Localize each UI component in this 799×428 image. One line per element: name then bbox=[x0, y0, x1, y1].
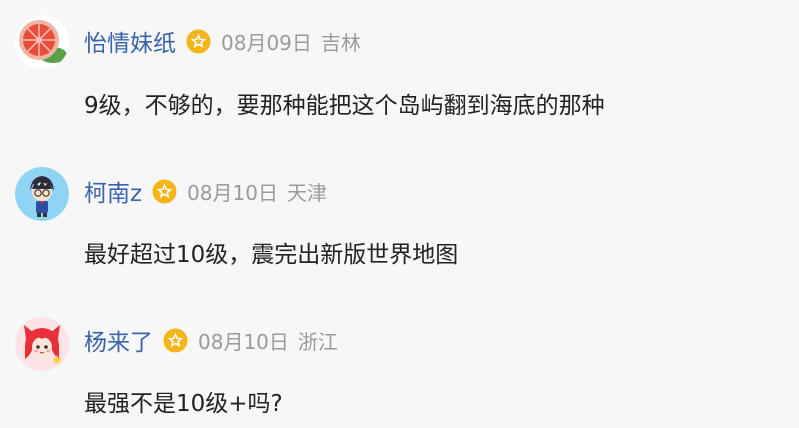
comment-meta: 怡情妹纸 08月09日 吉林 bbox=[84, 24, 361, 58]
comment-item: 怡情妹纸 08月09日 吉林 9级，不够的，要那种能把这个岛屿翻到海底的那种 bbox=[0, 0, 799, 140]
username[interactable]: 怡情妹纸 bbox=[84, 24, 176, 58]
comment-date: 08月10日 bbox=[187, 180, 278, 205]
comment-item: 柯南z 08月10日 天津 最好超过10级，震完出新版世界地图 bbox=[0, 140, 799, 285]
comment-meta: 杨来了 08月10日 浙江 bbox=[84, 323, 338, 357]
comment-meta: 柯南z 08月10日 天津 bbox=[84, 174, 327, 208]
username[interactable]: 柯南z bbox=[84, 174, 142, 208]
vip-star-badge-icon bbox=[163, 328, 188, 353]
comment-date: 08月09日 bbox=[221, 30, 312, 55]
comment-content: 9级，不够的，要那种能把这个岛屿翻到海底的那种 bbox=[84, 93, 605, 119]
comment-date: 08月10日 bbox=[198, 329, 289, 354]
comment-content: 最强不是10级+吗? bbox=[84, 391, 283, 417]
username[interactable]: 杨来了 bbox=[84, 323, 153, 357]
comment-location: 吉林 bbox=[320, 30, 361, 55]
vip-star-badge-icon bbox=[152, 179, 177, 204]
devil-girl-avatar-icon[interactable] bbox=[15, 317, 69, 371]
conan-avatar-icon[interactable] bbox=[15, 167, 69, 221]
vip-star-badge-icon bbox=[186, 29, 211, 54]
grapefruit-avatar-icon[interactable] bbox=[15, 15, 69, 69]
comment-content: 最好超过10级，震完出新版世界地图 bbox=[84, 242, 459, 268]
comment-location: 浙江 bbox=[297, 329, 338, 354]
comment-location: 天津 bbox=[286, 180, 327, 205]
comment-item: 杨来了 08月10日 浙江 最强不是10级+吗? bbox=[0, 285, 799, 428]
